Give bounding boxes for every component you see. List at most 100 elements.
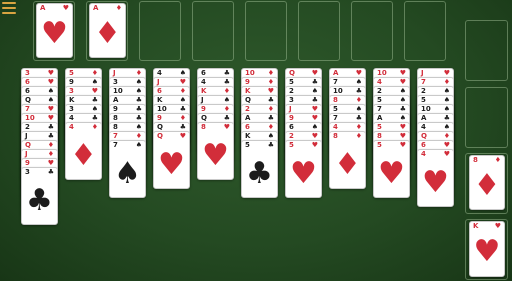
card-rank: J xyxy=(201,96,204,104)
card-rank: 6 xyxy=(201,69,206,77)
club-icon: ♣ xyxy=(246,156,273,191)
card-suit: ♣ xyxy=(311,96,318,104)
card-rank: A xyxy=(245,114,251,122)
card-suit: ♠ xyxy=(91,78,98,86)
card-rank: 8 xyxy=(333,96,338,104)
card-suit: ♦ xyxy=(355,123,362,131)
card-rank: 3 xyxy=(289,96,294,104)
menu-bar xyxy=(2,7,16,9)
card-rank: 2 xyxy=(289,132,294,140)
freecell-slot-5[interactable] xyxy=(245,1,287,61)
card-suit: ♣ xyxy=(91,96,98,104)
card-suit: ♦ xyxy=(47,141,54,149)
card-suit: ♠ xyxy=(47,87,54,95)
tableau-card[interactable]: 4 ♥ ♥ xyxy=(417,149,454,207)
tableau-card[interactable]: Q ♥ ♥ xyxy=(153,131,190,189)
card-suit: ♠ xyxy=(135,141,142,149)
card-rank: 5 xyxy=(289,78,294,86)
card-suit: ♦ xyxy=(223,105,230,113)
freecell-slot-3[interactable] xyxy=(139,1,181,61)
card-rank: 4 xyxy=(201,78,206,86)
card-suit: ♠ xyxy=(311,123,318,131)
card-rank: 5 xyxy=(245,141,250,149)
foundation-slot-2[interactable] xyxy=(465,87,508,148)
card-suit: ♥ xyxy=(443,69,450,77)
card-suit: ♣ xyxy=(355,114,362,122)
card-rank: A xyxy=(377,114,383,122)
card-rank: 7 xyxy=(377,105,382,113)
card-suit: ♣ xyxy=(355,87,362,95)
card-suit: ♠ xyxy=(443,123,450,131)
card-rank: 4 xyxy=(69,123,74,131)
card-rank: A xyxy=(333,69,339,77)
card-rank: K xyxy=(245,132,251,140)
card-suit: ♥ xyxy=(443,141,450,149)
card-suit: ♥ xyxy=(399,141,406,149)
card-suit: ♣ xyxy=(135,96,142,104)
foundation-card-king-hearts[interactable]: K ♥ ♥ xyxy=(469,221,505,277)
card-rank: J xyxy=(25,132,28,140)
card-suit: ♠ xyxy=(223,96,230,104)
card-rank: 9 xyxy=(25,159,30,167)
card-rank: 2 xyxy=(25,123,30,131)
menu-bar xyxy=(2,12,16,14)
card-rank: 10 xyxy=(377,69,387,77)
card-suit: ♦ xyxy=(494,156,501,164)
card-suit: ♦ xyxy=(267,105,274,113)
tableau-card[interactable]: 8 ♥ ♥ xyxy=(197,122,234,180)
freecell-slot-4[interactable] xyxy=(192,1,234,61)
card-rank: 5 xyxy=(289,141,294,149)
card-suit: ♠ xyxy=(355,78,362,86)
card-rank: A xyxy=(40,4,46,12)
card-rank: 10 xyxy=(333,87,343,95)
diamond-icon: ♦ xyxy=(334,147,361,182)
card-suit: ♣ xyxy=(267,114,274,122)
freecell-slot-8[interactable] xyxy=(404,1,446,61)
card-rank: 10 xyxy=(113,87,123,95)
card-rank: 3 xyxy=(113,78,118,86)
card-suit: ♥ xyxy=(399,78,406,86)
card-suit: ♣ xyxy=(311,78,318,86)
card-suit: ♦ xyxy=(135,132,142,140)
card-suit: ♥ xyxy=(399,132,406,140)
card-rank: 9 xyxy=(289,114,294,122)
tableau-card[interactable]: 3 ♣ ♣ xyxy=(21,167,58,225)
card-suit: ♥ xyxy=(179,132,186,140)
card-rank: 4 xyxy=(333,123,338,131)
card-suit: ♠ xyxy=(135,78,142,86)
card-rank: 5 xyxy=(69,69,74,77)
diamond-icon: ♦ xyxy=(70,138,97,173)
menu-button[interactable] xyxy=(2,2,16,14)
card-suit: ♠ xyxy=(311,87,318,95)
tableau-card[interactable]: 8 ♦ ♦ xyxy=(329,131,366,189)
card-suit: ♠ xyxy=(443,96,450,104)
card-rank: 7 xyxy=(333,114,338,122)
freecell-card-ace-diamonds[interactable]: A ♦ ♦ xyxy=(89,3,126,58)
card-suit: ♣ xyxy=(135,105,142,113)
card-rank: Q xyxy=(25,141,31,149)
card-suit: ♦ xyxy=(355,96,362,104)
card-rank: 5 xyxy=(421,96,426,104)
card-suit: ♠ xyxy=(91,105,98,113)
freecell-slot-7[interactable] xyxy=(351,1,393,61)
tableau-card[interactable]: 5 ♥ ♥ xyxy=(285,140,322,198)
card-suit: ♠ xyxy=(267,132,274,140)
heart-icon: ♥ xyxy=(378,156,405,191)
card-rank: 4 xyxy=(377,78,382,86)
card-suit: ♠ xyxy=(179,96,186,104)
foundation-card-eight-diamonds[interactable]: 8 ♦ ♦ xyxy=(469,155,505,210)
card-rank: 7 xyxy=(333,78,338,86)
card-rank: A xyxy=(93,4,99,12)
foundation-slot-1[interactable] xyxy=(465,20,508,81)
card-suit: ♣ xyxy=(91,114,98,122)
freecell-slot-6[interactable] xyxy=(298,1,340,61)
card-rank: 9 xyxy=(69,78,74,86)
tableau-card[interactable]: 5 ♥ ♥ xyxy=(373,140,410,198)
card-rank: 9 xyxy=(201,105,206,113)
tableau-card[interactable]: 5 ♣ ♣ xyxy=(241,140,278,198)
freecell-card-ace-hearts[interactable]: A ♥ ♥ xyxy=(36,3,73,58)
card-suit: ♥ xyxy=(223,123,230,131)
tableau-card[interactable]: 4 ♦ ♦ xyxy=(65,122,102,180)
card-rank: 3 xyxy=(25,168,30,176)
tableau-card[interactable]: 7 ♠ ♠ xyxy=(109,140,146,198)
